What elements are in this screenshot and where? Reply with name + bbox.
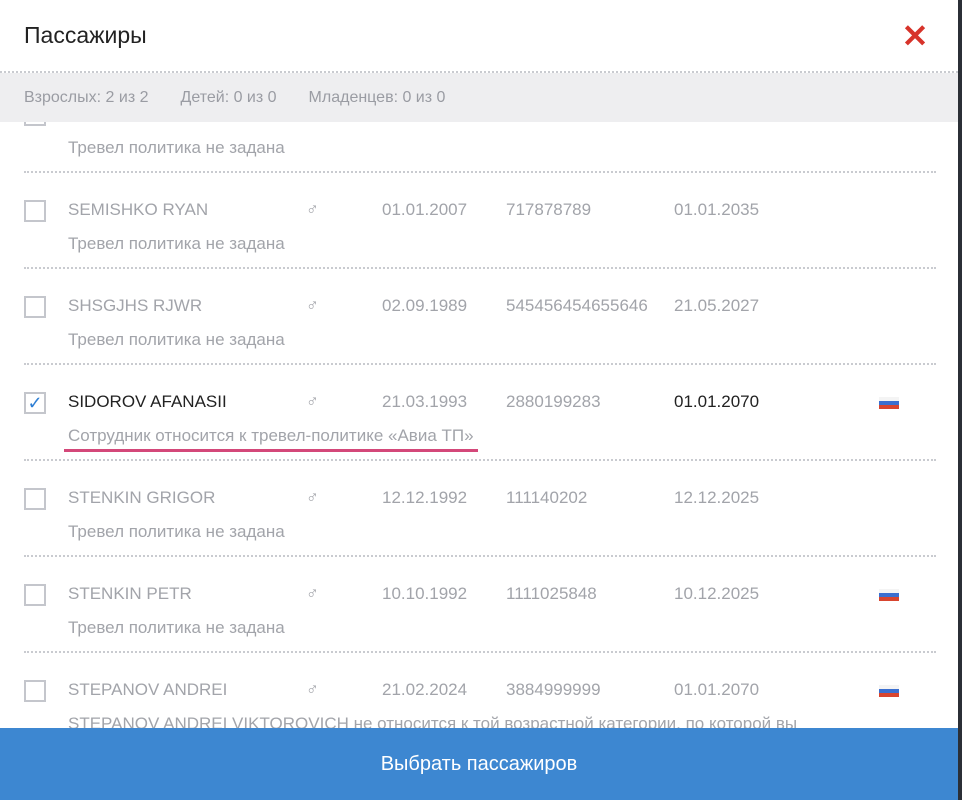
- document-number: 1111025848: [506, 584, 597, 603]
- birth-date: 21.03.1993: [382, 392, 468, 411]
- passenger-name: SIDOROV AFANASII: [68, 392, 227, 411]
- document-expiry: 10.12.2025: [674, 584, 760, 603]
- passenger-counts: Взрослых: 2 из 2 Детей: 0 из 0 Младенцев…: [0, 73, 958, 122]
- passenger-name: STENKIN PETR: [68, 584, 192, 603]
- document-expiry: 01.01.2070: [674, 392, 760, 411]
- russia-flag-icon: [879, 589, 899, 601]
- document-number: 545456454655646: [506, 296, 648, 315]
- passenger-row[interactable]: SEMISHKO RYAN ♂ 01.01.2007 717878789 01.01.2…: [24, 173, 936, 269]
- travel-policy-text: Тревел политика не задана: [68, 234, 285, 253]
- infants-count: Младенцев: 0 из 0: [308, 88, 446, 106]
- select-passengers-button[interactable]: Выбрать пассажиров: [0, 728, 958, 800]
- backdrop-edge: [958, 0, 962, 800]
- passenger-row[interactable]: Тревел политика не задана: [24, 122, 936, 173]
- travel-policy-text: Тревел политика не задана: [68, 522, 285, 541]
- document-expiry: 01.01.2035: [674, 200, 760, 219]
- document-number: 3884999999: [506, 680, 601, 699]
- passenger-row[interactable]: ✓ SIDOROV AFANASII ♂ 21.03.1993 2880199283 01…: [24, 365, 936, 461]
- gender-icon: ♂: [306, 200, 319, 219]
- gender-icon: ♂: [306, 584, 319, 603]
- document-number: 111140202: [506, 488, 588, 507]
- birth-date: 01.01.2007: [382, 200, 468, 219]
- close-icon[interactable]: ✕: [900, 20, 930, 52]
- birth-date: 02.09.1989: [382, 296, 468, 315]
- document-number: 717878789: [506, 200, 592, 219]
- passenger-checkbox[interactable]: ✓: [24, 392, 46, 414]
- gender-icon: ♂: [306, 680, 319, 699]
- document-expiry: 01.01.2070: [674, 680, 760, 699]
- passenger-row[interactable]: SHSGJHS RJWR ♂ 02.09.1989 545456454655646 21…: [24, 269, 936, 365]
- adults-count: Взрослых: 2 из 2: [24, 88, 149, 106]
- passenger-name: STENKIN GRIGOR: [68, 488, 216, 507]
- travel-policy-note: Тревел политика не задана: [68, 618, 285, 638]
- gender-icon: ♂: [306, 296, 319, 315]
- travel-policy-text: STEPANOV ANDREI VIKTOROVICH не относится…: [68, 714, 798, 728]
- passenger-row[interactable]: STEPANOV ANDREI ♂ 21.02.2024 3884999999 01.0…: [24, 653, 936, 728]
- passenger-name: SHSGJHS RJWR: [68, 296, 203, 315]
- travel-policy-text: Тревел политика не задана: [68, 138, 285, 157]
- travel-policy-text: Тревел политика не задана: [68, 330, 285, 349]
- travel-policy-note: Тревел политика не задана: [68, 522, 285, 542]
- children-count: Детей: 0 из 0: [180, 88, 277, 106]
- gender-icon: ♂: [306, 392, 319, 411]
- travel-policy-note: Тревел политика не задана: [68, 330, 285, 350]
- modal-header: Пассажиры ✕: [0, 0, 958, 73]
- document-expiry: 21.05.2027: [674, 296, 760, 315]
- document-expiry: 12.12.2025: [674, 488, 760, 507]
- passenger-checkbox[interactable]: [24, 680, 46, 702]
- gender-icon: ♂: [306, 488, 319, 507]
- passenger-name: STEPANOV ANDREI: [68, 680, 228, 699]
- passenger-row[interactable]: STENKIN PETR ♂ 10.10.1992 1111025848 10.12.2…: [24, 557, 936, 653]
- passenger-checkbox[interactable]: [24, 584, 46, 606]
- travel-policy-note: Тревел политика не задана: [68, 234, 285, 254]
- russia-flag-icon: [879, 397, 899, 409]
- travel-policy-text: Тревел политика не задана: [68, 618, 285, 637]
- passenger-checkbox[interactable]: [24, 122, 46, 126]
- passenger-name: SEMISHKO RYAN: [68, 200, 209, 219]
- birth-date: 10.10.1992: [382, 584, 468, 603]
- passenger-list[interactable]: Тревел политика не задана SEMISHKO RYAN ♂ 0…: [0, 122, 958, 728]
- passenger-checkbox[interactable]: [24, 488, 46, 510]
- passenger-checkbox[interactable]: [24, 200, 46, 222]
- document-number: 2880199283: [506, 392, 601, 411]
- birth-date: 12.12.1992: [382, 488, 468, 507]
- passenger-row[interactable]: STENKIN GRIGOR ♂ 12.12.1992 111140202 12.12.…: [24, 461, 936, 557]
- birth-date: 21.02.2024: [382, 680, 468, 699]
- passenger-checkbox[interactable]: [24, 296, 46, 318]
- modal-title: Пассажиры: [24, 22, 147, 48]
- travel-policy-text: Сотрудник относится к тревел-политике «А…: [64, 426, 478, 452]
- travel-policy-note: Сотрудник относится к тревел-политике «А…: [64, 426, 478, 452]
- travel-policy-note: Тревел политика не задана: [68, 138, 285, 158]
- travel-policy-note: STEPANOV ANDREI VIKTOROVICH не относится…: [68, 714, 797, 728]
- russia-flag-icon: [879, 685, 899, 697]
